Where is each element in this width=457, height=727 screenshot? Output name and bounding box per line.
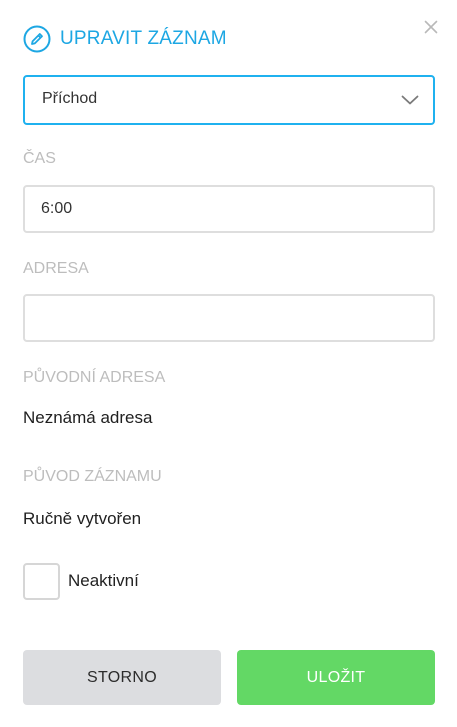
record-type-selected-value: Příchod — [42, 90, 98, 107]
record-origin-value: Ručně vytvořen — [23, 509, 142, 528]
original-address-value: Neznámá adresa — [23, 408, 153, 427]
original-address-label: PŮVODNÍ ADRESA — [23, 369, 166, 386]
time-label: ČAS — [23, 150, 56, 167]
record-type-select[interactable]: Příchod — [23, 75, 435, 125]
pencil-circle-icon — [23, 25, 51, 53]
chevron-down-icon — [401, 95, 419, 105]
record-origin-label: PŮVOD ZÁZNAMU — [23, 468, 162, 485]
address-input[interactable] — [23, 294, 435, 342]
dialog-header: UPRAVIT ZÁZNAM — [23, 24, 227, 54]
close-button[interactable] — [421, 17, 441, 37]
address-label: ADRESA — [23, 260, 89, 277]
inactive-checkbox-label[interactable]: Neaktivní — [68, 571, 139, 591]
inactive-checkbox-row[interactable]: Neaktivní — [23, 562, 139, 600]
dialog-title: UPRAVIT ZÁZNAM — [60, 28, 227, 49]
time-input[interactable] — [23, 185, 435, 233]
close-icon[interactable] — [421, 17, 441, 37]
inactive-checkbox[interactable] — [23, 562, 60, 600]
save-button[interactable]: ULOŽIT — [237, 650, 435, 705]
cancel-button[interactable]: STORNO — [23, 650, 221, 705]
